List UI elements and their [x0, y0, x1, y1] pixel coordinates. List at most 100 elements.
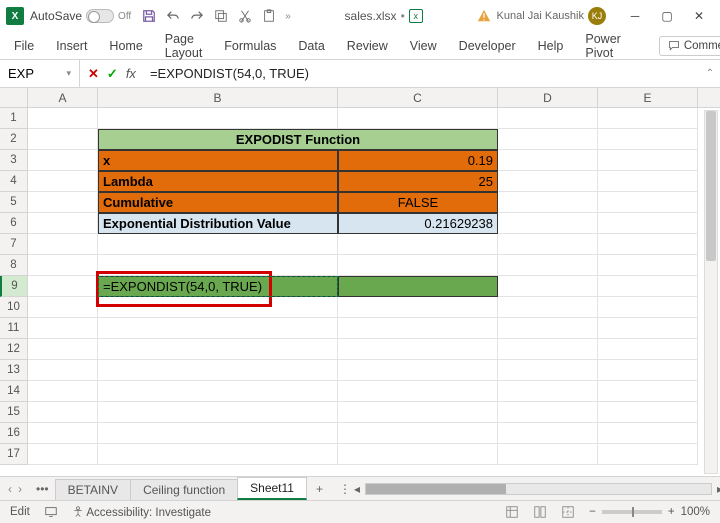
autosave-toggle[interactable]: AutoSave Off — [30, 9, 131, 23]
cell[interactable] — [598, 192, 698, 213]
enter-formula-button[interactable]: ✓ — [107, 66, 118, 82]
cell[interactable] — [338, 318, 498, 339]
view-page-layout-icon[interactable] — [533, 505, 547, 519]
qat-overflow-icon[interactable]: » — [285, 11, 291, 22]
row-header[interactable]: 15 — [0, 402, 28, 423]
cell[interactable] — [338, 381, 498, 402]
toggle-off-icon[interactable] — [86, 9, 114, 23]
cell[interactable] — [98, 423, 338, 444]
cell[interactable] — [98, 444, 338, 465]
sheet-next-icon[interactable]: › — [18, 482, 22, 496]
display-settings-icon[interactable] — [44, 505, 58, 519]
row-header[interactable]: 6 — [0, 213, 28, 234]
scrollbar-thumb[interactable] — [706, 111, 716, 261]
cell[interactable] — [598, 276, 698, 297]
scrollbar-thumb[interactable] — [366, 484, 506, 494]
row-header[interactable]: 10 — [0, 297, 28, 318]
label-result[interactable]: Exponential Distribution Value — [98, 213, 338, 234]
row-header[interactable]: 16 — [0, 423, 28, 444]
cell[interactable] — [338, 423, 498, 444]
cell[interactable] — [598, 213, 698, 234]
label-x[interactable]: x — [98, 150, 338, 171]
sheet-tab-ceiling[interactable]: Ceiling function — [130, 479, 238, 500]
cell[interactable] — [498, 381, 598, 402]
view-page-break-icon[interactable] — [561, 505, 575, 519]
cell[interactable] — [498, 108, 598, 129]
cell[interactable] — [28, 444, 98, 465]
cell[interactable] — [498, 171, 598, 192]
cell[interactable] — [598, 234, 698, 255]
cell[interactable] — [598, 171, 698, 192]
tab-data[interactable]: Data — [296, 35, 326, 57]
cell[interactable] — [498, 276, 598, 297]
cell[interactable] — [98, 297, 338, 318]
tab-view[interactable]: View — [408, 35, 439, 57]
filename-area[interactable]: sales.xlsx • x — [297, 9, 471, 23]
cell[interactable] — [98, 402, 338, 423]
cell[interactable] — [338, 339, 498, 360]
cell[interactable] — [498, 360, 598, 381]
row-header[interactable]: 17 — [0, 444, 28, 465]
cell[interactable] — [598, 381, 698, 402]
minimize-button[interactable]: ─ — [620, 5, 650, 27]
col-header-c[interactable]: C — [338, 88, 498, 107]
cell[interactable] — [498, 234, 598, 255]
cell[interactable] — [598, 129, 698, 150]
tab-insert[interactable]: Insert — [54, 35, 89, 57]
cell[interactable] — [598, 339, 698, 360]
cell[interactable] — [498, 423, 598, 444]
chevron-down-icon[interactable]: ▾ — [66, 68, 71, 79]
cell[interactable] — [338, 297, 498, 318]
cell[interactable] — [28, 234, 98, 255]
sheet-tab-betainv[interactable]: BETAINV — [55, 479, 131, 500]
cell[interactable] — [98, 381, 338, 402]
zoom-out-button[interactable]: − — [589, 506, 596, 518]
cell[interactable] — [338, 234, 498, 255]
cell[interactable] — [28, 213, 98, 234]
cell[interactable] — [598, 423, 698, 444]
cell[interactable] — [498, 213, 598, 234]
cell[interactable] — [598, 108, 698, 129]
user-account[interactable]: Kunal Jai Kaushik KJ — [497, 7, 606, 25]
cell[interactable] — [28, 360, 98, 381]
row-header[interactable]: 13 — [0, 360, 28, 381]
value-x[interactable]: 0.19 — [338, 150, 498, 171]
value-cumulative[interactable]: FALSE — [338, 192, 498, 213]
table-title[interactable]: EXPODIST Function — [98, 129, 498, 150]
select-all-corner[interactable] — [0, 88, 28, 107]
cell[interactable] — [598, 360, 698, 381]
tab-review[interactable]: Review — [345, 35, 390, 57]
cell[interactable] — [98, 360, 338, 381]
formula-input[interactable]: =EXPONDIST(54,0, TRUE) — [144, 66, 700, 81]
zoom-level[interactable]: 100% — [681, 506, 710, 518]
cell[interactable] — [338, 402, 498, 423]
row-header[interactable]: 11 — [0, 318, 28, 339]
row-header[interactable]: 1 — [0, 108, 28, 129]
cell[interactable] — [28, 255, 98, 276]
expand-formula-bar-icon[interactable]: ⌃ — [700, 68, 720, 79]
cell[interactable] — [98, 339, 338, 360]
cell[interactable] — [98, 318, 338, 339]
cell[interactable] — [338, 360, 498, 381]
cancel-formula-button[interactable]: ✕ — [88, 66, 99, 82]
cell[interactable] — [498, 444, 598, 465]
cell[interactable] — [598, 318, 698, 339]
cell[interactable] — [338, 108, 498, 129]
row-header[interactable]: 8 — [0, 255, 28, 276]
tab-power-pivot[interactable]: Power Pivot — [583, 28, 622, 64]
name-box[interactable]: EXP ▾ — [0, 60, 80, 87]
zoom-in-button[interactable]: + — [668, 506, 675, 518]
cell[interactable] — [498, 255, 598, 276]
cell[interactable] — [598, 150, 698, 171]
tab-page-layout[interactable]: Page Layout — [163, 28, 205, 64]
cell[interactable] — [598, 255, 698, 276]
cell[interactable] — [98, 234, 338, 255]
cell[interactable] — [338, 255, 498, 276]
col-header-e[interactable]: E — [598, 88, 698, 107]
tab-formulas[interactable]: Formulas — [222, 35, 278, 57]
new-sheet-button[interactable]: + — [306, 482, 333, 496]
cell[interactable] — [28, 276, 98, 297]
cell[interactable] — [498, 192, 598, 213]
row-header[interactable]: 4 — [0, 171, 28, 192]
view-normal-icon[interactable] — [505, 505, 519, 519]
